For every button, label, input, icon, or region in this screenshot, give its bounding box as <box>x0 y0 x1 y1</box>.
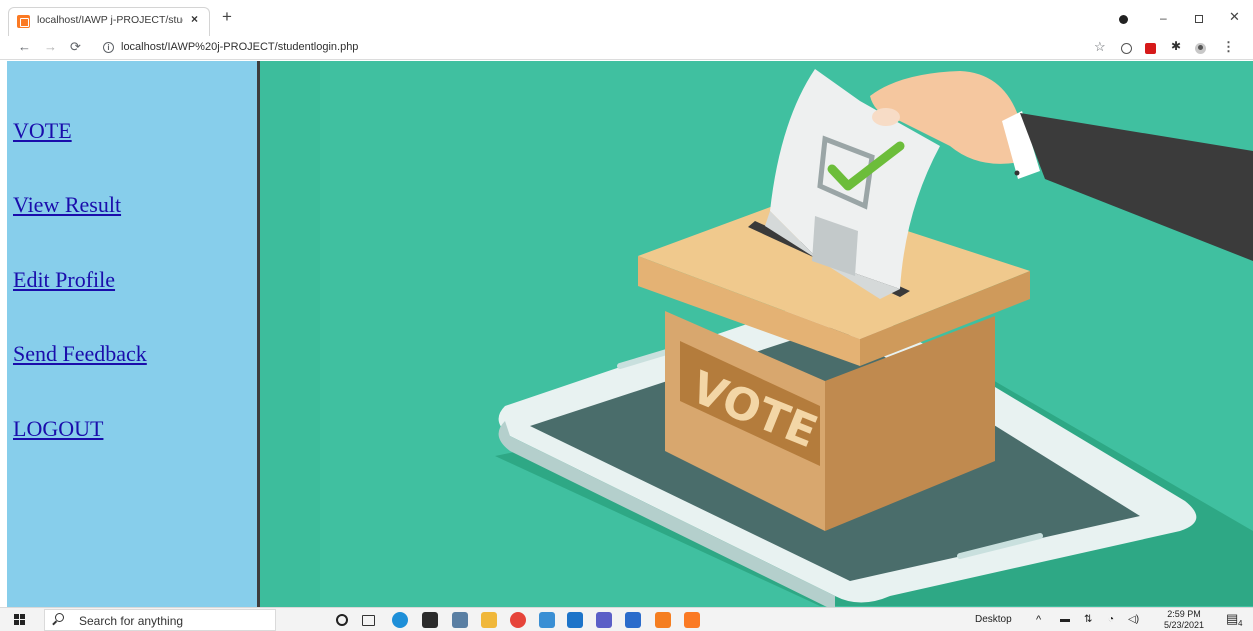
browser-tab[interactable]: localhost/IAWP j-PROJECT/stude × <box>8 7 210 36</box>
sidebar-link-send-feedback[interactable]: Send Feedback <box>13 341 147 367</box>
search-icon <box>55 613 64 622</box>
clock-time: 2:59 PM <box>1167 609 1201 619</box>
extension-circle-icon[interactable] <box>1121 43 1132 54</box>
volume-icon[interactable]: ◁) <box>1128 614 1139 625</box>
puzzle-extensions-icon[interactable]: ✱ <box>1171 39 1181 53</box>
reload-icon[interactable]: ⟳ <box>70 39 81 55</box>
taskbar-clock[interactable]: 2:59 PM 5/23/2021 <box>1164 609 1204 631</box>
notifications-icon[interactable]: ▤ <box>1226 611 1238 627</box>
page-content: VOTE View Result Edit Profile Send Feedb… <box>0 61 1253 607</box>
ballot-box-illustration: VOTE <box>260 61 1253 607</box>
windows-start-icon[interactable] <box>14 614 26 626</box>
cortana-icon[interactable] <box>336 614 348 626</box>
profile-circle-icon[interactable] <box>1119 15 1128 24</box>
browser-tab-strip: localhost/IAWP j-PROJECT/stude × + – ✕ <box>0 0 1253 36</box>
mail-icon[interactable] <box>567 612 583 628</box>
windows-taskbar: Search for anything Desktop ^ ▬ ⇅ ◔ ◁) 2… <box>0 607 1253 631</box>
screen: localhost/IAWP j-PROJECT/stude × + – ✕ ←… <box>0 0 1253 631</box>
address-bar: ← → ⟳ i localhost/IAWP%20j-PROJECT/stude… <box>0 36 1253 60</box>
word-icon[interactable] <box>625 612 641 628</box>
file-explorer-icon[interactable] <box>481 612 497 628</box>
teams-icon[interactable] <box>596 612 612 628</box>
xampp-favicon-icon <box>17 15 30 28</box>
forward-arrow-icon[interactable]: → <box>44 39 57 54</box>
back-arrow-icon[interactable]: ← <box>18 39 31 54</box>
minimize-button[interactable]: – <box>1160 11 1167 25</box>
new-tab-button[interactable]: + <box>222 8 232 25</box>
close-window-button[interactable]: ✕ <box>1229 9 1240 25</box>
network-icon[interactable]: ⇅ <box>1084 614 1092 625</box>
chrome-icon[interactable] <box>510 612 526 628</box>
xampp-icon[interactable] <box>684 612 700 628</box>
tab-title: localhost/IAWP j-PROJECT/stude <box>37 14 183 26</box>
ballot-box-svg: VOTE <box>320 61 1253 607</box>
edge-browser-icon[interactable] <box>392 612 408 628</box>
tray-chevron-icon[interactable]: ^ <box>1036 614 1041 626</box>
sidebar: VOTE View Result Edit Profile Send Feedb… <box>7 61 257 607</box>
store-icon[interactable] <box>422 612 438 628</box>
profile-avatar-icon[interactable] <box>1195 43 1206 54</box>
task-view-icon[interactable] <box>362 615 375 626</box>
battery-icon[interactable]: ▬ <box>1060 614 1070 625</box>
bookmark-star-icon[interactable]: ☆ <box>1094 39 1106 55</box>
maximize-button[interactable] <box>1195 15 1203 23</box>
vscode-icon[interactable] <box>539 612 555 628</box>
wifi-icon[interactable]: ◔ <box>1108 614 1114 625</box>
taskbar-search-box[interactable]: Search for anything <box>44 609 276 631</box>
site-info-icon[interactable]: i <box>103 42 114 53</box>
tab-close-icon[interactable]: × <box>191 12 198 26</box>
menu-kebab-icon[interactable]: ⋮ <box>1222 39 1235 55</box>
url-field[interactable]: localhost/IAWP%20j-PROJECT/studentlogin.… <box>121 41 358 53</box>
desktop-toolbar-label[interactable]: Desktop <box>975 614 1012 625</box>
notification-count-badge: 4 <box>1238 619 1243 628</box>
taskbar-search-placeholder: Search for anything <box>79 614 184 628</box>
pdf-extension-icon[interactable] <box>1145 43 1156 54</box>
sidebar-link-view-result[interactable]: View Result <box>13 192 121 218</box>
sidebar-link-edit-profile[interactable]: Edit Profile <box>13 267 115 293</box>
sidebar-link-logout[interactable]: LOGOUT <box>13 416 103 442</box>
sidebar-link-vote[interactable]: VOTE <box>13 118 72 144</box>
camera-icon[interactable] <box>452 612 468 628</box>
clock-date: 5/23/2021 <box>1164 620 1205 630</box>
sublime-icon[interactable] <box>655 612 671 628</box>
